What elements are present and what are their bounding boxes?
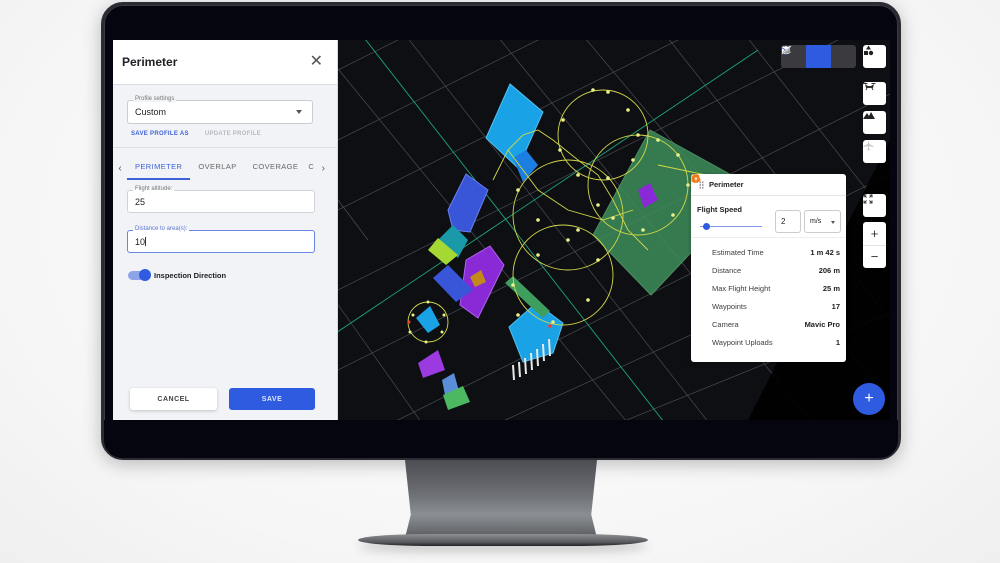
card-header: Perimeter xyxy=(691,174,846,196)
flight-speed-row: Flight Speed 2 m/s xyxy=(691,196,846,238)
tab-perimeter[interactable]: PERIMETER xyxy=(127,156,191,180)
add-fab-button[interactable]: + xyxy=(853,383,885,415)
stat-label: Camera xyxy=(712,319,739,329)
height-icon xyxy=(693,174,707,293)
toggle-knob xyxy=(139,269,151,281)
profile-actions: SAVE PROFILE AS UPDATE PROFILE xyxy=(131,131,261,137)
page: + − + Perimeter Flight Speed 2 m/s Estim… xyxy=(0,0,1000,563)
fit-view-button[interactable] xyxy=(863,194,886,217)
cancel-button[interactable]: CANCEL xyxy=(130,388,217,410)
stat-estimated-time: Estimated Time 1 m 42 s xyxy=(691,174,840,261)
card-title: Perimeter xyxy=(709,180,744,189)
profile-settings-select[interactable]: Profile settings Custom xyxy=(127,96,313,124)
stat-value: 17 xyxy=(831,301,840,311)
drone-icon xyxy=(863,83,876,91)
distance-to-area-label: Distance to area(s): xyxy=(133,226,190,232)
view-mode-toggle xyxy=(781,45,856,68)
stat-label: Waypoint Uploads xyxy=(712,337,773,347)
flight-altitude-label: Flight altitude: xyxy=(133,186,175,192)
speed-unit-select[interactable]: m/s xyxy=(804,210,841,233)
stat-value: 1 m 42 s xyxy=(810,247,840,257)
distance-value-text: 10 xyxy=(135,237,146,247)
perimeter-settings-panel: Perimeter ✕ Profile settings Custom SAVE… xyxy=(113,40,338,420)
terrain-button[interactable] xyxy=(863,111,886,134)
view-mode-3d-button[interactable] xyxy=(781,45,831,68)
tab-truncated[interactable]: C xyxy=(306,156,316,180)
slash-terrain-icon xyxy=(781,45,792,55)
stat-value: Mavic Pro xyxy=(804,319,840,329)
save-button[interactable]: SAVE xyxy=(229,388,315,410)
profile-settings-label: Profile settings xyxy=(133,96,177,102)
stat-label: Distance xyxy=(712,265,742,275)
navigation-arrow-icon xyxy=(691,174,707,275)
speed-unit-value: m/s xyxy=(810,218,822,225)
mountain-icon xyxy=(863,112,875,119)
stat-waypoints: Waypoints 17 xyxy=(692,174,840,315)
stat-distance: Distance 206 m xyxy=(691,174,840,279)
distance-to-area-value: 10 xyxy=(135,237,147,247)
clock-icon xyxy=(691,174,707,257)
update-profile-button[interactable]: UPDATE PROFILE xyxy=(205,131,261,137)
app-screen: + − + Perimeter Flight Speed 2 m/s Estim… xyxy=(113,40,890,420)
shapes-icon xyxy=(864,45,874,56)
chevron-down-icon xyxy=(831,221,835,224)
stat-waypoint-uploads: Waypoint Uploads 1 xyxy=(691,175,840,351)
expand-icon xyxy=(863,194,873,204)
zoom-out-button[interactable]: − xyxy=(863,244,886,269)
zoom-in-button[interactable]: + xyxy=(863,222,886,245)
stat-value: 25 m xyxy=(822,283,840,293)
stat-camera: Camera Mavic Pro xyxy=(691,175,840,333)
distance-to-area-field[interactable]: Distance to area(s): 10 xyxy=(127,226,315,253)
panel-header: Perimeter ✕ xyxy=(113,40,337,85)
stat-label: Max Flight Height xyxy=(712,283,771,293)
cloud-upload-icon xyxy=(691,175,707,347)
text-cursor xyxy=(145,237,147,246)
map-canvas[interactable]: + − + Perimeter Flight Speed 2 m/s Estim… xyxy=(338,40,890,420)
panel-title: Perimeter xyxy=(122,55,178,69)
flight-speed-slider[interactable] xyxy=(700,223,762,230)
flight-speed-input[interactable]: 2 xyxy=(775,210,801,233)
flight-speed-label: Flight Speed xyxy=(697,205,742,214)
shapes-button[interactable] xyxy=(863,45,886,68)
stat-value: 1 xyxy=(835,337,840,347)
inspection-direction-label: Inspection Direction xyxy=(154,271,227,280)
stat-label: Estimated Time xyxy=(712,247,764,257)
flight-altitude-field[interactable]: Flight altitude: 25 xyxy=(127,186,315,213)
settings-tabs: ‹ PERIMETER OVERLAP COVERAGE C › xyxy=(113,156,338,180)
stat-max-height: Max Flight Height 25 m xyxy=(693,174,840,297)
camera-icon xyxy=(691,175,707,329)
zoom-controls: + − xyxy=(863,222,886,268)
tabs-scroll-left-icon[interactable]: ‹ xyxy=(113,163,127,174)
inspection-direction-row: Inspection Direction xyxy=(128,269,227,281)
inspection-direction-toggle[interactable] xyxy=(128,269,151,281)
airplane-button[interactable] xyxy=(863,140,886,163)
tabs-scroll-right-icon[interactable]: › xyxy=(316,163,330,174)
slider-thumb[interactable] xyxy=(703,223,711,230)
drone-button[interactable] xyxy=(863,82,886,105)
stat-value: 206 m xyxy=(818,265,840,275)
save-profile-as-button[interactable]: SAVE PROFILE AS xyxy=(131,131,189,137)
profile-settings-value: Custom xyxy=(135,107,167,117)
monitor-stand xyxy=(405,460,597,538)
map-pin-icon xyxy=(692,174,707,311)
mission-stats-card: Perimeter Flight Speed 2 m/s Estimated T… xyxy=(691,174,846,362)
chevron-down-icon xyxy=(296,110,302,114)
tab-coverage[interactable]: COVERAGE xyxy=(245,156,307,180)
airplane-icon xyxy=(863,140,874,151)
monitor-chin xyxy=(104,420,898,458)
monitor-stand-base xyxy=(358,534,648,546)
divider xyxy=(113,147,338,148)
stat-label: Waypoints xyxy=(712,301,747,311)
stats-list: Estimated Time 1 m 42 s Distance 206 m M… xyxy=(691,174,846,351)
tab-overlap[interactable]: OVERLAP xyxy=(190,156,244,180)
close-icon[interactable]: ✕ xyxy=(310,54,323,70)
flight-altitude-value: 25 xyxy=(135,197,146,207)
view-mode-terrain-button[interactable] xyxy=(781,45,856,68)
